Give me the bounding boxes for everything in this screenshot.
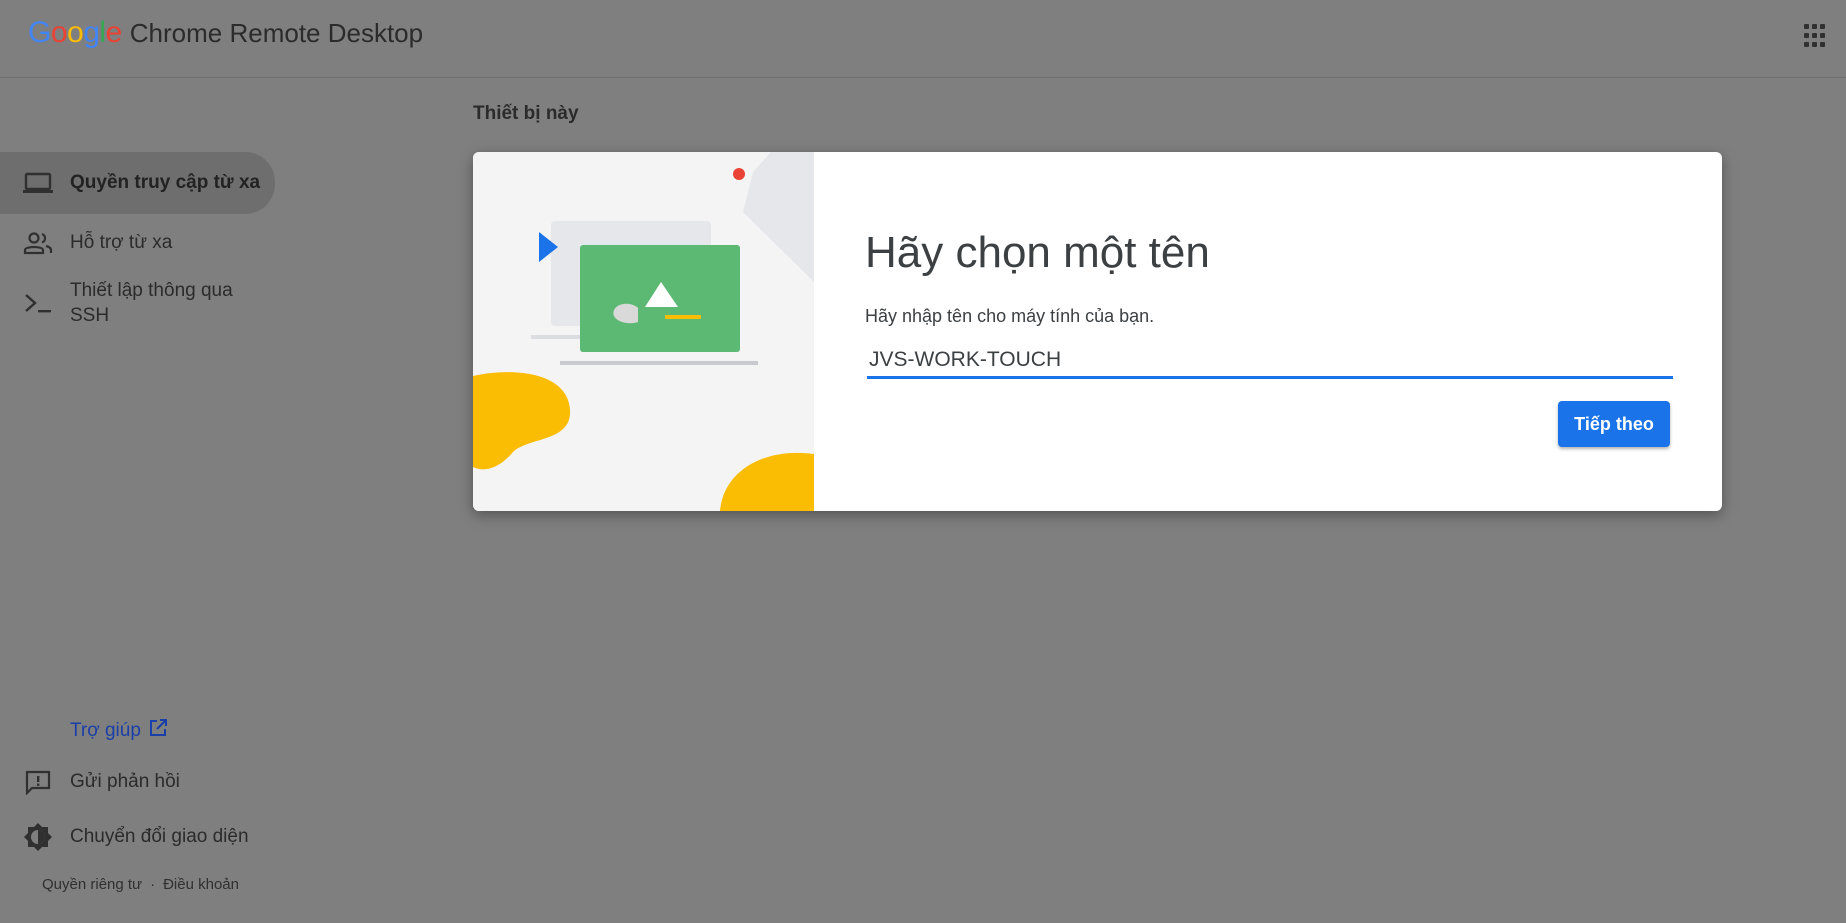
sidebar-item-remote-support[interactable]: Hỗ trợ từ xa (0, 226, 275, 260)
brightness-icon (20, 823, 56, 851)
apps-grid-icon[interactable] (1802, 22, 1830, 50)
product-name: Chrome Remote Desktop (129, 18, 424, 48)
computer-illustration (473, 152, 814, 511)
sidebar-item-remote-access[interactable]: Quyền truy cập từ xa (0, 152, 275, 214)
next-button[interactable]: Tiếp theo (1558, 401, 1670, 447)
sidebar-item-label: Thiết lập thông qua SSH (70, 280, 233, 326)
app-logo[interactable]: Google Chrome Remote Desktop (28, 16, 423, 50)
terms-link[interactable]: Điều khoản (163, 876, 239, 893)
sidebar-item-label: Chuyển đổi giao diện (70, 826, 249, 847)
computer-name-input[interactable] (867, 343, 1673, 379)
privacy-link[interactable]: Quyền riêng tư (42, 876, 142, 893)
choose-name-dialog: Hãy chọn một tên Hãy nhập tên cho máy tí… (473, 152, 1722, 511)
footer-links: Quyền riêng tư · Điều khoản (42, 876, 239, 893)
sidebar-item-label: Hỗ trợ từ xa (70, 232, 173, 253)
sidebar-item-feedback[interactable]: Gửi phản hồi (0, 765, 275, 799)
feedback-icon (20, 768, 56, 796)
sidebar-item-ssh-setup[interactable]: Thiết lập thông qua SSH (0, 277, 275, 329)
sidebar-item-theme-toggle[interactable]: Chuyển đổi giao diện (0, 820, 275, 854)
laptop-icon (20, 169, 56, 197)
help-link[interactable]: Trợ giúp (70, 719, 167, 743)
dialog-title: Hãy chọn một tên (865, 228, 1210, 277)
footer-separator: · (150, 876, 156, 893)
sidebar-item-label: Gửi phản hồi (70, 771, 180, 792)
sidebar-item-label: Quyền truy cập từ xa (70, 172, 261, 193)
google-wordmark: Google (28, 16, 122, 49)
help-label: Trợ giúp (70, 720, 141, 741)
section-title: Thiết bị này (473, 103, 579, 124)
app-header: Google Chrome Remote Desktop (0, 0, 1846, 78)
external-link-icon (149, 719, 167, 743)
dialog-description: Hãy nhập tên cho máy tính của bạn. (865, 306, 1155, 326)
terminal-icon (20, 289, 56, 317)
people-icon (20, 229, 56, 257)
